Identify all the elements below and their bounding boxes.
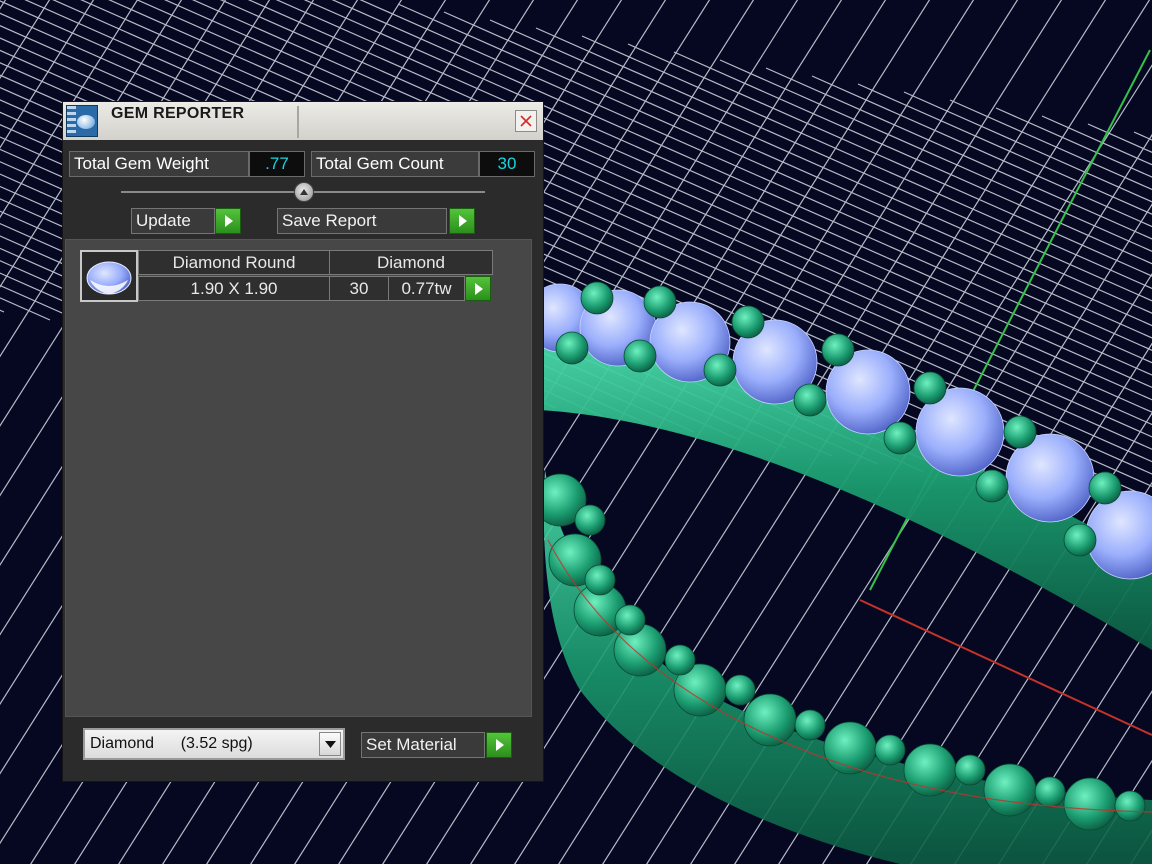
play-arrow-icon — [225, 215, 233, 227]
prong-setting — [954, 754, 986, 786]
prong-setting — [555, 331, 589, 365]
close-button[interactable] — [515, 110, 537, 132]
prong-setting — [664, 644, 696, 676]
gem-count-cell: 30 — [329, 276, 389, 301]
save-report-go-button[interactable] — [449, 208, 475, 234]
prong-setting — [975, 469, 1009, 503]
material-selected-value: Diamond (3.52 spg) — [90, 735, 253, 752]
chevron-down-icon — [325, 741, 336, 748]
gem-list: Diamond Round Diamond 1.90 X 1.90 30 0.7… — [65, 239, 532, 717]
material-dropdown[interactable]: Diamond (3.52 spg) — [83, 728, 345, 760]
prong-setting — [883, 421, 917, 455]
prong-setting — [913, 371, 947, 405]
prong-setting — [874, 734, 906, 766]
play-arrow-icon — [496, 739, 504, 751]
title-tab-divider — [297, 106, 299, 138]
prong-setting — [1034, 776, 1066, 808]
prong-setting — [794, 709, 826, 741]
prong-setting — [731, 305, 765, 339]
gem-reporter-window: GEM REPORTER Total Gem Weight .77 Total … — [62, 101, 544, 782]
play-arrow-icon — [459, 215, 467, 227]
gem-shape-cell: Diamond Round — [138, 250, 330, 275]
update-button[interactable]: Update — [131, 208, 215, 234]
prong-setting — [793, 383, 827, 417]
prong-setting — [743, 693, 797, 747]
prong-setting — [574, 504, 606, 536]
prong-setting — [1003, 415, 1037, 449]
prong-setting — [1063, 777, 1117, 831]
prong-setting — [703, 353, 737, 387]
gem-size-cell: 1.90 X 1.90 — [138, 276, 330, 301]
save-report-button[interactable]: Save Report — [277, 208, 447, 234]
prong-setting — [1114, 790, 1146, 822]
round-gem-icon — [80, 250, 138, 302]
play-arrow-icon — [475, 283, 483, 295]
prong-setting — [623, 339, 657, 373]
prong-setting — [821, 333, 855, 367]
close-icon — [520, 115, 532, 127]
total-gem-weight-value: .77 — [249, 151, 305, 177]
total-gem-count-label: Total Gem Count — [311, 151, 479, 177]
title-bar[interactable]: GEM REPORTER — [63, 102, 543, 140]
dropdown-toggle[interactable] — [319, 732, 341, 756]
update-go-button[interactable] — [215, 208, 241, 234]
gem-material-cell: Diamond — [329, 250, 493, 275]
panel-collapse-handle[interactable] — [294, 182, 314, 202]
prong-setting — [643, 285, 677, 319]
prong-setting — [580, 281, 614, 315]
prong-setting — [724, 674, 756, 706]
total-gem-count-value: 30 — [479, 151, 535, 177]
total-gem-weight-label: Total Gem Weight — [69, 151, 249, 177]
chevron-up-icon — [300, 189, 308, 195]
prong-setting — [614, 604, 646, 636]
set-material-button[interactable]: Set Material — [361, 732, 485, 758]
gem-reporter-app-icon — [66, 105, 98, 137]
prong-setting — [584, 564, 616, 596]
gem-row-select-button[interactable] — [465, 276, 491, 301]
prong-setting — [1063, 523, 1097, 557]
gem-weight-cell: 0.77tw — [388, 276, 465, 301]
set-material-go-button[interactable] — [486, 732, 512, 758]
window-title: GEM REPORTER — [111, 105, 245, 122]
prong-setting — [983, 763, 1037, 817]
prong-setting — [1088, 471, 1122, 505]
